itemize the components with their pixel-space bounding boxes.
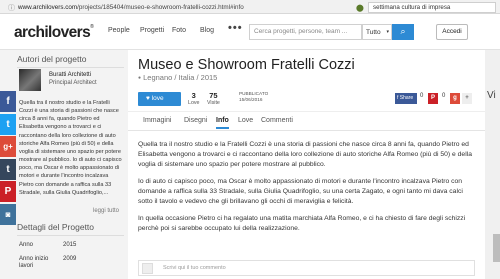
googleplus-icon[interactable]: g (450, 93, 460, 104)
user-avatar-icon (142, 263, 153, 274)
peek-text: Vi (487, 90, 496, 101)
tab-immagini[interactable]: Immagini (143, 117, 171, 124)
facebook-share-button[interactable]: f Share (395, 93, 417, 104)
love-count: 3 Love (188, 91, 200, 106)
more-menu-icon[interactable]: ••• (228, 22, 243, 34)
tab-commenti[interactable]: Commenti (261, 117, 293, 124)
browser-search-field[interactable]: settimana cultura di impresa (368, 1, 496, 13)
published-info: PUBBLICATO 15/06/2016 (239, 91, 269, 103)
search-icon: ⌕ (400, 26, 406, 36)
social-share-bar: f t g+ t P ◙ (0, 91, 16, 227)
tab-disegni[interactable]: Disegni (184, 117, 207, 124)
details-title: Dettagli del Progetto (17, 222, 124, 236)
project-description: Quella tra il nostro studio e la Fratell… (138, 140, 475, 241)
pinterest-icon[interactable]: P (0, 181, 16, 203)
detail-value: 2015 (63, 242, 77, 248)
page-title: Museo e Showroom Fratelli Cozzi (138, 57, 355, 73)
project-details: Dettagli del Progetto Anno 2015 Anno ini… (17, 222, 124, 269)
pinterest-icon[interactable]: P (428, 93, 438, 104)
scrollbar[interactable] (493, 234, 500, 262)
share-count: 0 (420, 93, 424, 99)
site-header: archilovers® People Progetti Foto Blog •… (0, 14, 500, 50)
comment-input[interactable]: Scrivi qui il tuo commento (138, 260, 475, 276)
description-paragraph: In quella occasione Pietro ci ha regalat… (138, 215, 466, 232)
facebook-icon[interactable]: f (0, 91, 16, 112)
nav-progetti[interactable]: Progetti (140, 27, 164, 34)
sidebar: Autori del progetto Buratti Architetti P… (17, 50, 124, 279)
chevron-down-icon: ▾ (386, 29, 389, 35)
author-role: Principal Architect (49, 80, 97, 86)
twitter-icon[interactable]: t (0, 113, 16, 135)
search-button[interactable]: ⌕ (392, 24, 414, 40)
tab-love[interactable]: Love (238, 117, 253, 124)
authors-title: Autori del progetto (17, 54, 124, 68)
description-paragraph: Io di auto ci capisco poco, ma Oscar è m… (138, 178, 463, 205)
detail-label: Anno inizio lavori (19, 256, 49, 269)
googleplus-icon[interactable]: g+ (0, 136, 16, 158)
page-icon: ⓘ (8, 5, 15, 12)
views-count: 75 Visite (207, 91, 220, 106)
archilovers-logo[interactable]: archilovers® (14, 24, 94, 42)
nav-foto[interactable]: Foto (172, 27, 186, 34)
right-column-peek: Vi (485, 50, 500, 279)
search-input[interactable]: Cerca progetti, persone, team ... (249, 24, 362, 40)
address-bar[interactable]: www.archilovers.com/projects/185404/muse… (18, 4, 244, 11)
location-pin-icon: ● (138, 75, 142, 81)
project-panel: Museo e Showroom Fratelli Cozzi ● Legnan… (128, 50, 485, 279)
tab-info[interactable]: Info (216, 117, 229, 129)
author-bio: Quella tra il nostro studio e la Fratell… (19, 100, 122, 196)
love-button[interactable]: ♥ love (138, 92, 181, 106)
detail-value: 2009 (63, 256, 77, 262)
description-paragraph: Quella tra il nostro studio e la Fratell… (138, 141, 472, 168)
search-engine-icon[interactable]: ⬤ (356, 4, 364, 12)
search-scope-select[interactable]: Tutto ▾ (362, 24, 392, 40)
instagram-icon[interactable]: ◙ (0, 203, 16, 225)
avatar[interactable] (19, 69, 41, 91)
browser-bar: ⓘ www.archilovers.com/projects/185404/mu… (0, 0, 500, 14)
nav-people[interactable]: People (108, 27, 130, 34)
nav-blog[interactable]: Blog (200, 27, 214, 34)
more-share-icon[interactable]: + (462, 93, 472, 104)
login-button[interactable]: Accedi (436, 24, 468, 40)
project-tabs: Immagini Disegni Info Love Commenti (128, 111, 485, 131)
pin-count: 0 (442, 93, 446, 99)
project-location: ● Legnano / Italia / 2015 (138, 73, 218, 82)
detail-label: Anno (19, 242, 34, 248)
author-name[interactable]: Buratti Architetti (49, 72, 91, 78)
tumblr-icon[interactable]: t (0, 158, 16, 180)
read-more-link[interactable]: leggi tutto (93, 208, 119, 214)
